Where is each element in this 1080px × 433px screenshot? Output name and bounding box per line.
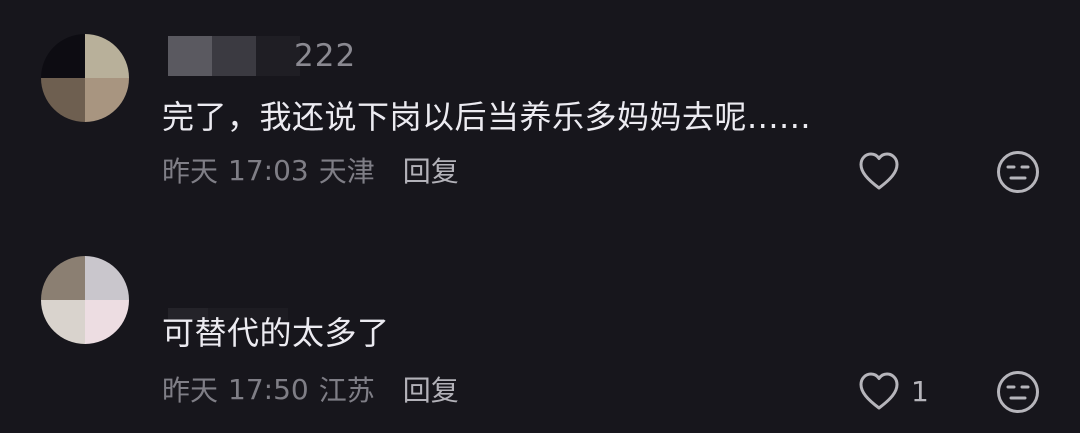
heart-outline-icon: [857, 150, 901, 192]
comment-text: 可替代的太多了: [162, 314, 390, 352]
username[interactable]: 222: [168, 35, 356, 77]
comment-meta: 昨天 17:50 江苏 回复: [162, 369, 459, 409]
like-count: 1: [911, 374, 929, 408]
reply-button[interactable]: 回复: [403, 150, 459, 190]
username-mosaic: [168, 36, 300, 76]
reply-button[interactable]: 回复: [403, 369, 459, 409]
like-button[interactable]: 1: [857, 370, 929, 412]
comment-meta: 昨天 17:03 天津 回复: [162, 150, 459, 190]
comment-item: 222 完了，我还说下岗以后当养乐多妈妈去呢...... 昨天 17:03 天津…: [0, 0, 1080, 215]
username-text: 222: [294, 38, 357, 74]
comment-item: 可替代的太多了 昨天 17:50 江苏 回复 1: [0, 215, 1080, 433]
comment-date: 昨天: [162, 155, 219, 188]
comment-location: 天津: [318, 155, 375, 188]
comment-location: 江苏: [318, 374, 375, 407]
dislike-button[interactable]: [995, 149, 1041, 195]
neutral-face-icon: [995, 369, 1041, 415]
avatar[interactable]: [41, 34, 129, 122]
comment-text: 完了，我还说下岗以后当养乐多妈妈去呢......: [162, 98, 812, 136]
heart-outline-icon: [857, 370, 901, 412]
like-button[interactable]: [857, 150, 911, 192]
neutral-face-icon: [995, 149, 1041, 195]
comment-date: 昨天: [162, 374, 219, 407]
comment-time: 17:50: [228, 372, 309, 406]
dislike-button[interactable]: [995, 369, 1041, 415]
comment-time: 17:03: [228, 153, 309, 187]
avatar[interactable]: [41, 256, 129, 344]
